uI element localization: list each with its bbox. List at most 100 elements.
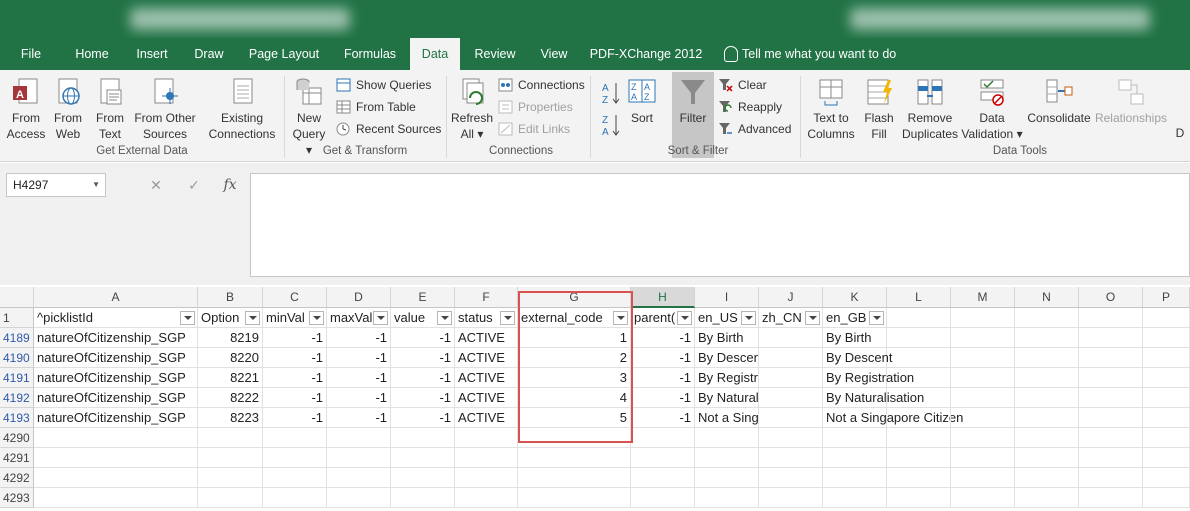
empty-cell[interactable] bbox=[951, 328, 1015, 348]
empty-cell[interactable] bbox=[1143, 308, 1190, 328]
empty-cell[interactable] bbox=[1143, 448, 1190, 468]
empty-cell[interactable] bbox=[887, 448, 951, 468]
empty-cell[interactable] bbox=[327, 468, 391, 488]
empty-cell[interactable] bbox=[887, 308, 951, 328]
empty-cell[interactable] bbox=[1143, 468, 1190, 488]
chevron-down-icon[interactable]: ▼ bbox=[92, 174, 100, 196]
recent-sources-button[interactable]: Recent Sources bbox=[336, 118, 441, 140]
table-cell[interactable]: -1 bbox=[631, 388, 695, 408]
empty-cell[interactable] bbox=[518, 448, 631, 468]
empty-cell[interactable] bbox=[1143, 328, 1190, 348]
table-cell[interactable]: -1 bbox=[631, 368, 695, 388]
column-header-f[interactable]: F bbox=[455, 287, 518, 308]
table-cell[interactable]: -1 bbox=[631, 408, 695, 428]
empty-cell[interactable] bbox=[951, 428, 1015, 448]
enter-icon[interactable]: ✓ bbox=[182, 173, 206, 197]
empty-cell[interactable] bbox=[695, 448, 759, 468]
table-cell[interactable]: By Registration bbox=[695, 368, 759, 388]
row-number[interactable]: 4192 bbox=[0, 388, 34, 408]
table-cell[interactable]: -1 bbox=[263, 348, 327, 368]
table-cell[interactable]: -1 bbox=[391, 368, 455, 388]
empty-cell[interactable] bbox=[823, 428, 887, 448]
empty-cell[interactable] bbox=[455, 468, 518, 488]
table-cell[interactable]: 8221 bbox=[198, 368, 263, 388]
column-header-l[interactable]: L bbox=[887, 287, 951, 308]
show-queries-button[interactable]: Show Queries bbox=[336, 74, 431, 96]
empty-cell[interactable] bbox=[327, 428, 391, 448]
table-cell[interactable]: 8219 bbox=[198, 328, 263, 348]
empty-cell[interactable] bbox=[263, 428, 327, 448]
table-cell[interactable] bbox=[759, 368, 823, 388]
empty-cell[interactable] bbox=[1015, 308, 1079, 328]
column-header-n[interactable]: N bbox=[1015, 287, 1079, 308]
table-cell[interactable]: Not a Singapore Citizen bbox=[823, 408, 963, 428]
table-cell[interactable]: 3 bbox=[518, 368, 631, 388]
empty-cell[interactable] bbox=[631, 448, 695, 468]
tab-file[interactable]: File bbox=[8, 38, 54, 70]
table-cell[interactable]: -1 bbox=[631, 348, 695, 368]
table-cell[interactable]: By Naturalisation bbox=[823, 388, 924, 408]
table-cell[interactable]: -1 bbox=[391, 408, 455, 428]
row-number[interactable]: 4189 bbox=[0, 328, 34, 348]
filter-dropdown-icon[interactable] bbox=[373, 311, 388, 325]
column-header-d[interactable]: D bbox=[327, 287, 391, 308]
empty-cell[interactable] bbox=[951, 308, 1015, 328]
table-cell[interactable]: Not a Singapore Citiz bbox=[695, 408, 759, 428]
table-cell[interactable]: 1 bbox=[518, 328, 631, 348]
row-number[interactable]: 4290 bbox=[0, 428, 34, 448]
column-header-k[interactable]: K bbox=[823, 287, 887, 308]
empty-cell[interactable] bbox=[263, 468, 327, 488]
table-cell[interactable]: 8220 bbox=[198, 348, 263, 368]
empty-cell[interactable] bbox=[1015, 408, 1079, 428]
empty-cell[interactable] bbox=[887, 368, 951, 388]
empty-cell[interactable] bbox=[34, 468, 198, 488]
table-cell[interactable]: -1 bbox=[327, 408, 391, 428]
table-cell[interactable] bbox=[759, 348, 823, 368]
table-cell[interactable]: -1 bbox=[391, 388, 455, 408]
empty-cell[interactable] bbox=[34, 448, 198, 468]
row-number[interactable]: 4193 bbox=[0, 408, 34, 428]
empty-cell[interactable] bbox=[1143, 388, 1190, 408]
table-cell[interactable]: By Birth bbox=[823, 328, 887, 348]
empty-cell[interactable] bbox=[887, 428, 951, 448]
from-other-sources-button[interactable]: From Other Sources bbox=[132, 76, 198, 142]
empty-cell[interactable] bbox=[631, 468, 695, 488]
row-number[interactable]: 1 bbox=[0, 308, 34, 328]
from-table-button[interactable]: From Table bbox=[336, 96, 416, 118]
table-cell[interactable]: ACTIVE bbox=[455, 388, 518, 408]
filter-dropdown-icon[interactable] bbox=[805, 311, 820, 325]
table-cell[interactable]: 5 bbox=[518, 408, 631, 428]
column-header-h[interactable]: H bbox=[631, 287, 695, 308]
empty-cell[interactable] bbox=[823, 488, 887, 508]
empty-cell[interactable] bbox=[823, 448, 887, 468]
empty-cell[interactable] bbox=[518, 468, 631, 488]
empty-cell[interactable] bbox=[1079, 328, 1143, 348]
empty-cell[interactable] bbox=[951, 488, 1015, 508]
empty-cell[interactable] bbox=[198, 468, 263, 488]
empty-cell[interactable] bbox=[1015, 428, 1079, 448]
empty-cell[interactable] bbox=[759, 488, 823, 508]
table-cell[interactable]: natureOfCitizenship_SGP bbox=[34, 388, 198, 408]
empty-cell[interactable] bbox=[951, 408, 1015, 428]
table-cell[interactable] bbox=[759, 408, 823, 428]
empty-cell[interactable] bbox=[455, 488, 518, 508]
advanced-button[interactable]: Advanced bbox=[718, 118, 791, 140]
empty-cell[interactable] bbox=[887, 348, 951, 368]
empty-cell[interactable] bbox=[1015, 488, 1079, 508]
table-cell[interactable]: -1 bbox=[327, 348, 391, 368]
empty-cell[interactable] bbox=[759, 448, 823, 468]
consolidate-button[interactable]: Consolidate bbox=[1026, 76, 1092, 126]
from-web-button[interactable]: From Web bbox=[48, 76, 88, 142]
sort-za-button[interactable]: ZA bbox=[598, 112, 624, 142]
table-cell[interactable]: -1 bbox=[327, 368, 391, 388]
empty-cell[interactable] bbox=[1079, 448, 1143, 468]
column-header-e[interactable]: E bbox=[391, 287, 455, 308]
row-number[interactable]: 4292 bbox=[0, 468, 34, 488]
filter-dropdown-icon[interactable] bbox=[437, 311, 452, 325]
table-cell[interactable]: -1 bbox=[631, 328, 695, 348]
tell-me-search[interactable]: Tell me what you want to do bbox=[742, 38, 902, 70]
text-to-columns-button[interactable]: Text to Columns bbox=[804, 76, 858, 142]
formula-input[interactable] bbox=[250, 173, 1190, 277]
table-cell[interactable] bbox=[759, 328, 823, 348]
table-cell[interactable]: By Descent bbox=[695, 348, 759, 368]
